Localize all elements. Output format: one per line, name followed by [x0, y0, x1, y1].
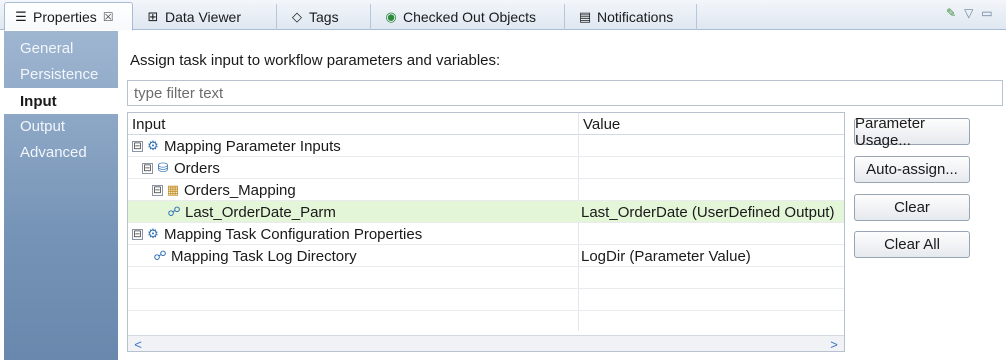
table-row-empty [128, 311, 844, 333]
row-label: Orders_Mapping [184, 181, 296, 199]
pin-view-icon[interactable]: ✎ [946, 6, 956, 20]
tab-data-viewer[interactable]: ⊞ Data Viewer [137, 4, 277, 30]
data-viewer-icon: ⊞ [147, 9, 159, 24]
tab-properties[interactable]: ☰ Properties ☒ [4, 2, 133, 31]
notifications-icon: ▤ [578, 9, 592, 24]
checked-out-icon: ◉ [385, 9, 397, 24]
instruction-label: Assign task input to workflow parameters… [130, 52, 501, 69]
parameter-icon: ☍ [153, 248, 167, 263]
clear-all-button[interactable]: Clear All [854, 231, 970, 258]
parameter-usage-button[interactable]: Parameter Usage... [854, 115, 970, 149]
nav-item-general[interactable]: General [4, 35, 118, 61]
tab-label: Checked Out Objects [403, 9, 537, 25]
collapse-toggle[interactable]: ⊟ [152, 184, 163, 196]
collapse-toggle[interactable]: ⊟ [132, 228, 143, 240]
table-row[interactable]: ☍ Last_OrderDate_Parm Last_OrderDate (Us… [128, 201, 844, 223]
nav-item-advanced[interactable]: Advanced [4, 139, 118, 165]
table-row[interactable]: ⊟ ⚙ Mapping Parameter Inputs [128, 135, 844, 157]
horizontal-scrollbar[interactable]: < > [128, 335, 844, 351]
mapping-parameter-inputs-icon: ⚙ [147, 138, 159, 153]
tab-tags[interactable]: ◇ Tags [281, 4, 371, 30]
table-header: Input Value [128, 113, 844, 135]
table-row[interactable]: ⊟ ▦ Orders_Mapping [128, 179, 844, 201]
tag-icon: ◇ [292, 9, 302, 24]
mapping-icon: ⛁ [157, 160, 169, 175]
scroll-right-icon[interactable]: > [826, 336, 842, 352]
properties-icon: ☰ [15, 8, 27, 24]
view-menu-icon[interactable]: ▽ [964, 6, 973, 20]
auto-assign-button[interactable]: Auto-assign... [854, 156, 970, 183]
row-label: Mapping Task Log Directory [171, 247, 357, 265]
mapping-task-icon: ▦ [166, 182, 180, 197]
row-value[interactable]: LogDir (Parameter Value) [581, 245, 751, 267]
row-label: Mapping Parameter Inputs [164, 137, 341, 155]
table-row[interactable]: ⊟ ⚙ Mapping Task Configuration Propertie… [128, 223, 844, 245]
row-label: Orders [174, 159, 220, 177]
task-configuration-icon: ⚙ [147, 226, 159, 241]
tab-notifications[interactable]: ▤ Notifications [569, 4, 697, 30]
input-assignment-table: Input Value ⊟ ⚙ Mapping Parameter Inputs… [127, 112, 845, 352]
nav-item-output[interactable]: Output [4, 113, 118, 139]
nav-item-persistence[interactable]: Persistence [4, 61, 118, 87]
parameter-icon: ☍ [167, 204, 181, 219]
collapse-toggle[interactable]: ⊟ [132, 140, 143, 152]
scroll-left-icon[interactable]: < [130, 336, 146, 352]
filter-input[interactable]: type filter text [127, 80, 1003, 106]
view-tab-bar: ☰ Properties ☒ ⊞ Data Viewer ◇ Tags ◉ Ch… [0, 0, 1006, 31]
tab-label: Data Viewer [165, 9, 242, 25]
table-row-empty [128, 267, 844, 289]
column-header-value[interactable]: Value [578, 113, 620, 135]
tab-checked-out-objects[interactable]: ◉ Checked Out Objects [375, 4, 565, 30]
view-toolbar: ✎ ▽ ▭ [946, 6, 993, 20]
nav-item-input[interactable]: Input [4, 88, 118, 114]
column-header-input[interactable]: Input [128, 113, 165, 135]
row-label: Mapping Task Configuration Properties [164, 225, 423, 243]
tab-label: Properties [33, 8, 97, 25]
tab-label: Notifications [597, 9, 674, 25]
collapse-toggle[interactable]: ⊟ [142, 162, 153, 174]
table-row[interactable]: ⊟ ⛁ Orders [128, 157, 844, 179]
minimize-icon[interactable]: ▭ [981, 6, 992, 20]
clear-button[interactable]: Clear [854, 194, 970, 221]
row-label: Last_OrderDate_Parm [185, 203, 336, 221]
tab-label: Tags [309, 9, 339, 25]
table-row-empty [128, 289, 844, 311]
row-value[interactable]: Last_OrderDate (UserDefined Output) [581, 201, 834, 223]
close-icon[interactable]: ☒ [103, 10, 114, 24]
table-row[interactable]: ☍ Mapping Task Log Directory LogDir (Par… [128, 245, 844, 267]
properties-section-nav: General Persistence Input Output Advance… [4, 31, 118, 360]
